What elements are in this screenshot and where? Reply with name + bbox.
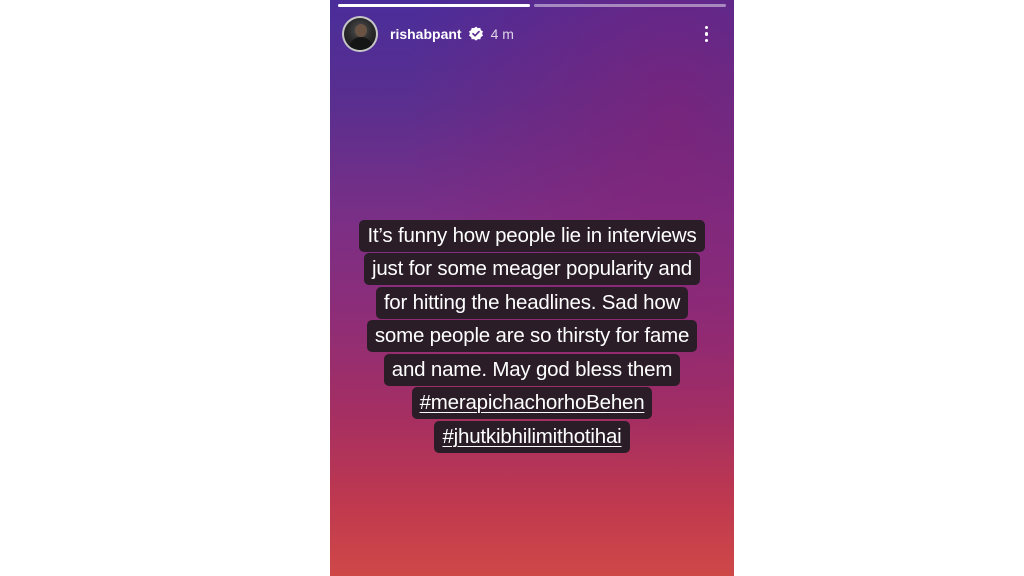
more-vertical-icon[interactable] [699, 22, 715, 47]
avatar-head [355, 24, 367, 37]
text-line-4: some people are so thirsty for fame [366, 320, 698, 352]
avatar[interactable] [342, 16, 378, 52]
text-line: It’s funny how people lie in interviews [330, 219, 734, 252]
progress-segment-1 [338, 4, 530, 7]
hashtag-line: #merapichachorhoBehen [330, 387, 734, 419]
hashtag-line: #jhutkibhilimithotihai [330, 420, 734, 453]
text-line-2: just for some meager popularity and [363, 253, 701, 285]
text-line: and name. May god bless them [330, 353, 734, 386]
hashtag-1[interactable]: #merapichachorhoBehen [411, 387, 653, 419]
story-viewer[interactable]: rishabpant 4 m It’s funny how people lie… [330, 0, 734, 576]
progress-segment-2 [534, 4, 726, 7]
avatar-body [349, 37, 373, 50]
post-time: 4 m [490, 26, 514, 42]
text-line: for hitting the headlines. Sad how [330, 286, 734, 319]
text-line-1: It’s funny how people lie in interviews [359, 219, 705, 252]
text-line: just for some meager popularity and [330, 253, 734, 285]
story-header: rishabpant 4 m [342, 14, 722, 54]
text-line-3: for hitting the headlines. Sad how [375, 286, 689, 319]
story-progress-bar [338, 4, 726, 7]
text-line: some people are so thirsty for fame [330, 320, 734, 352]
text-line-5: and name. May god bless them [383, 353, 681, 386]
username[interactable]: rishabpant [390, 26, 462, 42]
hashtag-2[interactable]: #jhutkibhilimithotihai [434, 420, 630, 453]
verified-badge-icon [468, 26, 484, 42]
story-text: It’s funny how people lie in interviews … [330, 218, 734, 454]
